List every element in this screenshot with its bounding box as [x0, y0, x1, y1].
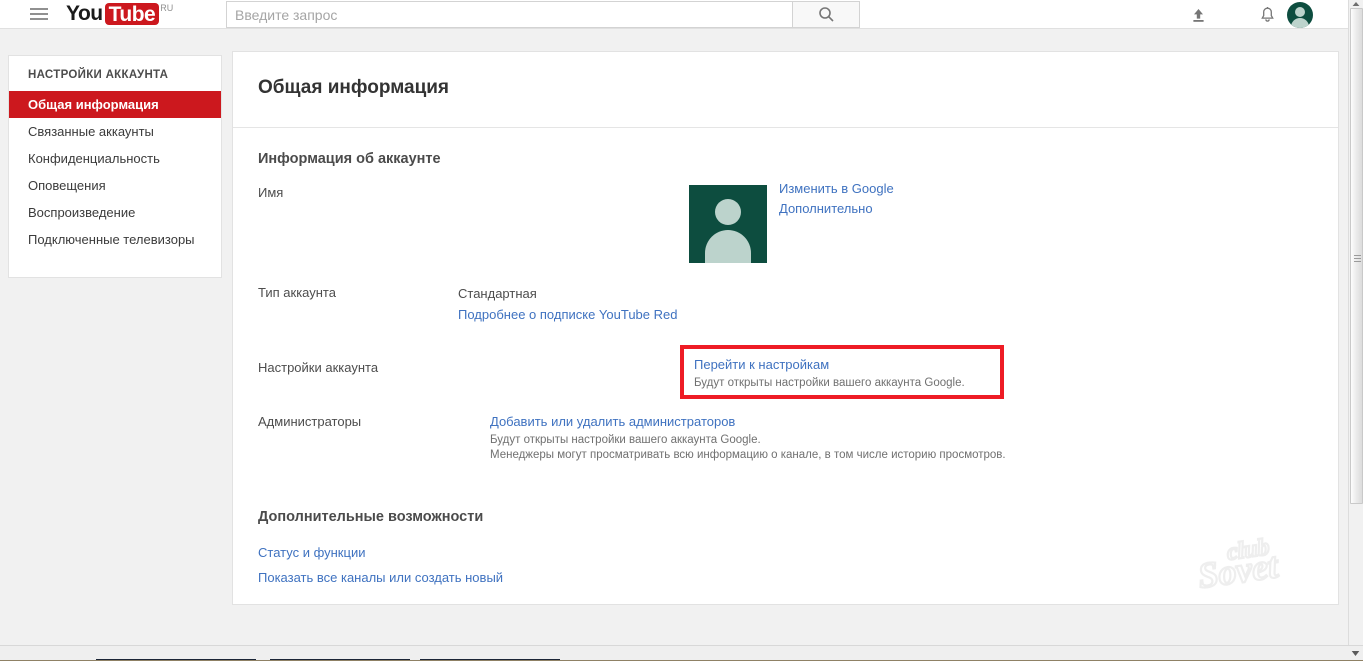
additional-links: Статус и функции Показать все каналы или… — [233, 525, 1338, 590]
avatar-body — [705, 230, 751, 263]
row-account-type-label: Тип аккаунта — [258, 285, 336, 300]
upload-icon[interactable] — [1187, 4, 1209, 26]
youtube-header: You Tube RU — [0, 0, 1348, 29]
account-type-value: Стандартная — [458, 283, 1338, 304]
chevron-down-icon — [1351, 650, 1360, 657]
sidebar-item-playback[interactable]: Воспроизведение — [9, 199, 221, 226]
scrollbar-grip — [1354, 255, 1361, 264]
scrollbar-thumb[interactable] — [1350, 8, 1363, 504]
row-account-settings: Настройки аккаунта Перейти к настройкам … — [233, 345, 1338, 403]
administrators-hint-line2: Менеджеры могут просматривать всю информ… — [490, 448, 1338, 463]
account-settings-hint: Будут открыты настройки вашего аккаунта … — [694, 376, 1000, 391]
page-title: Общая информация — [233, 52, 1338, 99]
link-change-in-google[interactable]: Изменить в Google — [779, 181, 894, 196]
logo-region-badge: RU — [160, 3, 173, 13]
row-name: Имя Изменить в Google Дополнительно — [233, 185, 1338, 277]
youtube-logo[interactable]: You Tube RU — [66, 3, 173, 27]
profile-photo[interactable] — [689, 185, 767, 263]
search-bar — [226, 1, 860, 28]
settings-sidebar: НАСТРОЙКИ АККАУНТА Общая информация Связ… — [8, 55, 222, 278]
sidebar-item-connected-tvs[interactable]: Подключенные телевизоры — [9, 226, 221, 253]
browser-viewport: You Tube RU — [0, 0, 1363, 645]
search-icon — [818, 6, 835, 23]
search-button[interactable] — [792, 1, 860, 28]
os-taskbar — [0, 645, 1363, 661]
row-name-label: Имя — [258, 185, 283, 200]
section-title-additional: Дополнительные возможности — [233, 463, 1338, 525]
scroll-down-arrow[interactable] — [1349, 648, 1361, 658]
sidebar-title: НАСТРОЙКИ АККАУНТА — [9, 69, 221, 91]
link-status-and-features[interactable]: Статус и функции — [258, 545, 365, 560]
search-input[interactable] — [226, 1, 792, 28]
name-links: Изменить в Google Дополнительно — [779, 179, 894, 219]
sidebar-item-overview[interactable]: Общая информация — [9, 91, 221, 118]
logo-you-text: You — [66, 3, 103, 25]
administrators-hint-line1: Будут открыты настройки вашего аккаунта … — [490, 433, 1338, 448]
avatar-head — [1295, 7, 1305, 17]
annotation-box-account-settings: Перейти к настройкам Будут открыты настр… — [680, 345, 1004, 399]
vertical-scrollbar[interactable] — [1348, 0, 1363, 645]
link-more[interactable]: Дополнительно — [779, 201, 873, 216]
sidebar-item-privacy[interactable]: Конфиденциальность — [9, 145, 221, 172]
row-account-settings-label: Настройки аккаунта — [258, 360, 378, 375]
row-administrators-label: Администраторы — [258, 414, 361, 429]
bell-icon[interactable] — [1256, 4, 1278, 26]
sidebar-item-connected-accounts[interactable]: Связанные аккаунты — [9, 118, 221, 145]
section-title-account-info: Информация об аккаунте — [233, 128, 1338, 167]
row-administrators: Администраторы Добавить или удалить адми… — [233, 414, 1338, 463]
avatar-body — [1291, 18, 1309, 28]
avatar-head — [715, 199, 741, 225]
sidebar-item-notifications[interactable]: Оповещения — [9, 172, 221, 199]
link-go-to-settings[interactable]: Перейти к настройкам — [694, 357, 829, 372]
logo-tube-text: Tube — [109, 4, 156, 25]
logo-tube-box: Tube — [105, 3, 160, 25]
menu-icon[interactable] — [30, 8, 48, 21]
chevron-up-icon — [1352, 1, 1360, 7]
account-avatar[interactable] — [1287, 2, 1313, 28]
row-account-type: Тип аккаунта Стандартная Подробнее о под… — [233, 283, 1338, 325]
link-manage-administrators[interactable]: Добавить или удалить администраторов — [490, 414, 735, 429]
link-show-all-channels[interactable]: Показать все каналы или создать новый — [258, 570, 503, 585]
settings-card: Общая информация Информация об аккаунте … — [232, 51, 1339, 605]
scroll-up-arrow[interactable] — [1349, 0, 1363, 8]
link-youtube-red-info[interactable]: Подробнее о подписке YouTube Red — [458, 307, 677, 322]
